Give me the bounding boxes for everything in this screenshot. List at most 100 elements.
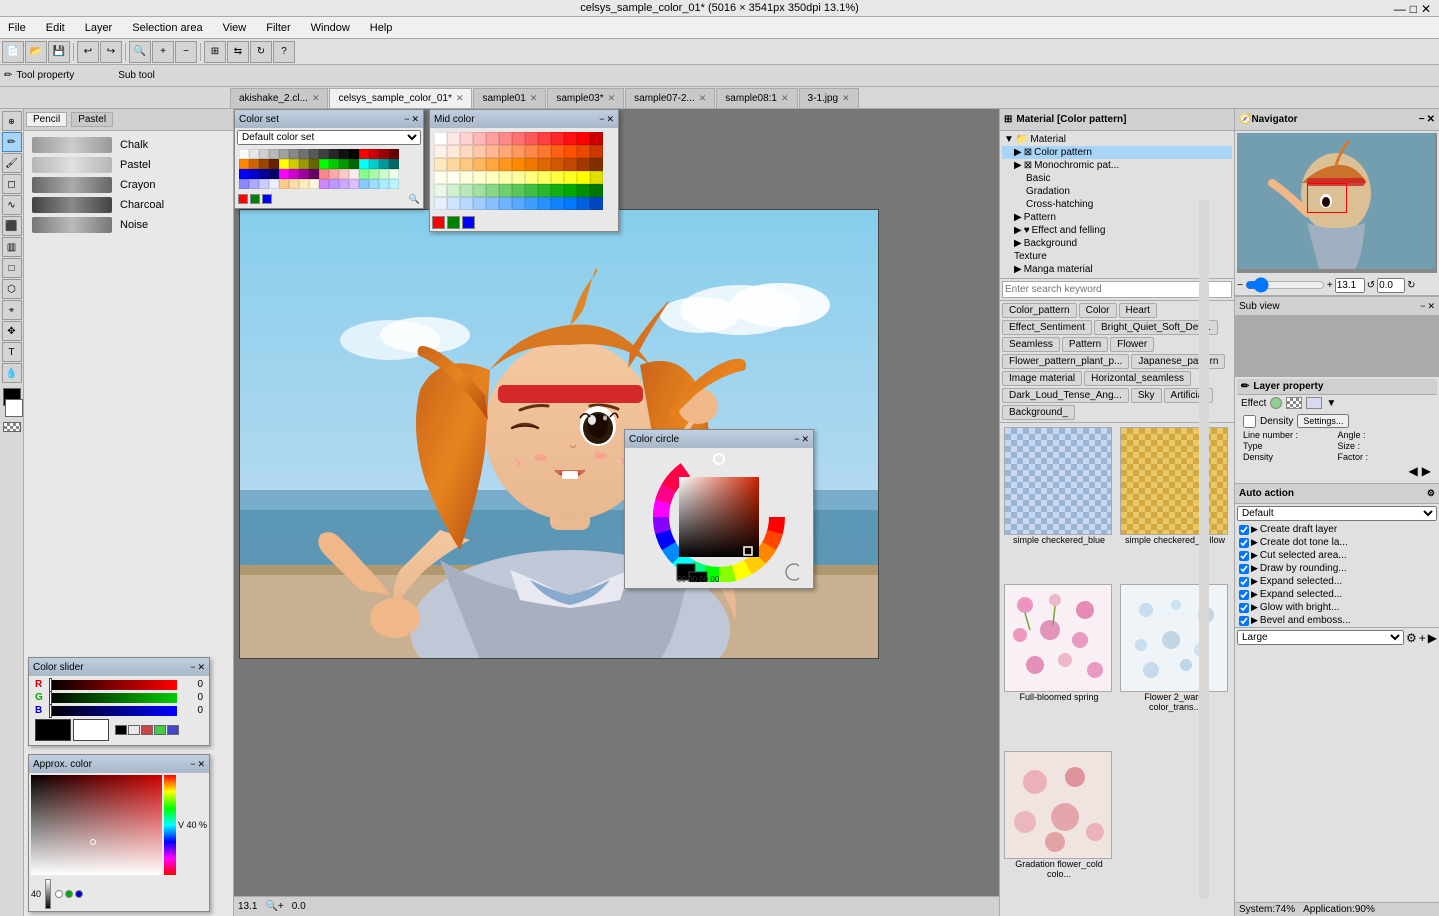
tool-text[interactable]: T	[2, 342, 22, 362]
mid-color-cell[interactable]	[538, 145, 551, 158]
mid-color-cell[interactable]	[447, 171, 460, 184]
color-cell[interactable]	[299, 169, 309, 179]
mid-color-cell[interactable]	[486, 145, 499, 158]
mid-color-cell[interactable]	[551, 171, 564, 184]
tool-fill[interactable]: ⬛	[2, 216, 22, 236]
zoom-btn[interactable]: 🔍	[129, 41, 151, 63]
mid-color-cell[interactable]	[434, 197, 447, 210]
tag-background[interactable]: Background_	[1002, 405, 1075, 420]
color-cell[interactable]	[389, 169, 399, 179]
nav-thumbnail[interactable]	[1237, 133, 1437, 273]
auto-action-select[interactable]: Default	[1237, 506, 1437, 521]
color-wheel-container[interactable]: 00 00 00 00	[625, 448, 813, 588]
mid-color-cell[interactable]	[525, 184, 538, 197]
color-cell[interactable]	[349, 169, 359, 179]
mid-color-cell[interactable]	[434, 171, 447, 184]
mid-color-cell[interactable]	[473, 145, 486, 158]
mid-color-cell[interactable]	[551, 132, 564, 145]
transform-btn[interactable]: ⊞	[204, 41, 226, 63]
mid-color-cell[interactable]	[499, 184, 512, 197]
menu-layer[interactable]: Layer	[81, 21, 117, 35]
mid-color-cell[interactable]	[447, 145, 460, 158]
tab-6[interactable]: 3-1.jpg ✕	[799, 88, 859, 108]
color-cell[interactable]	[349, 159, 359, 169]
color-cell[interactable]	[369, 179, 379, 189]
action-cb-1[interactable]	[1239, 538, 1249, 548]
action-play-icon[interactable]: ▶	[1428, 631, 1437, 645]
nav-rotate-input[interactable]	[1377, 278, 1405, 293]
mid-color-cell[interactable]	[525, 171, 538, 184]
color-cell[interactable]	[249, 159, 259, 169]
mid-color-cell[interactable]	[564, 158, 577, 171]
material-3[interactable]: Flower 2_warm color_trans...	[1120, 584, 1230, 745]
action-cb-6[interactable]	[1239, 603, 1249, 613]
mid-color-cell[interactable]	[551, 158, 564, 171]
mid-color-cell[interactable]	[525, 145, 538, 158]
tool-figure[interactable]: □	[2, 258, 22, 278]
color-cell[interactable]	[359, 179, 369, 189]
bg-swatch[interactable]	[73, 719, 109, 741]
mid-color-cell[interactable]	[447, 184, 460, 197]
color-cell[interactable]	[249, 169, 259, 179]
tree-cross-hatching[interactable]: Cross-hatching	[1002, 198, 1232, 211]
mid-color-cell[interactable]	[564, 132, 577, 145]
tool-pen[interactable]: ✏	[2, 132, 22, 152]
action-settings-icon[interactable]: ⚙	[1406, 631, 1417, 645]
color-cell[interactable]	[279, 149, 289, 159]
material-0[interactable]: simple checkered_blue	[1004, 427, 1114, 578]
color-cell[interactable]	[339, 149, 349, 159]
color-cell[interactable]	[239, 179, 249, 189]
zoom-controls[interactable]: 🔍+	[265, 901, 283, 912]
tag-japanese[interactable]: Japanese_pattern	[1131, 354, 1225, 369]
tree-texture[interactable]: Texture	[1002, 250, 1232, 263]
nav-rotate-left[interactable]: ↺	[1367, 280, 1375, 291]
canvas-area[interactable]: Color set − ✕ Default color set 🔍	[234, 109, 999, 916]
color-cell[interactable]	[339, 179, 349, 189]
color-cell[interactable]	[339, 159, 349, 169]
mid-color-cell[interactable]	[499, 171, 512, 184]
action-cb-7[interactable]	[1239, 616, 1249, 626]
color-cell[interactable]	[359, 149, 369, 159]
color-cell[interactable]	[259, 149, 269, 159]
mid-color-cell[interactable]	[525, 197, 538, 210]
color-cell[interactable]	[329, 149, 339, 159]
color-cell[interactable]	[369, 169, 379, 179]
mid-color-cell[interactable]	[577, 171, 590, 184]
mid-color-cell[interactable]	[473, 197, 486, 210]
tree-effect[interactable]: ▶ ♥ Effect and felling	[1002, 224, 1232, 237]
color-cell[interactable]	[279, 159, 289, 169]
color-cell[interactable]	[339, 169, 349, 179]
mid-color-cell[interactable]	[525, 158, 538, 171]
action-expand-2[interactable]: ▶	[1251, 550, 1258, 561]
tab-close-3[interactable]: ✕	[608, 93, 616, 104]
color-cell[interactable]	[239, 169, 249, 179]
mid-color-cell[interactable]	[434, 132, 447, 145]
mid-color-cell[interactable]	[525, 132, 538, 145]
color-cell[interactable]	[299, 149, 309, 159]
color-cell[interactable]	[319, 159, 329, 169]
color-cell[interactable]	[309, 159, 319, 169]
rotate-btn[interactable]: ↻	[250, 41, 272, 63]
color-cell[interactable]	[269, 169, 279, 179]
color-cell[interactable]	[389, 179, 399, 189]
mid-color-cell[interactable]	[434, 145, 447, 158]
color-cell[interactable]	[319, 179, 329, 189]
tree-material-root[interactable]: ▼ 📁 Material	[1002, 133, 1232, 146]
mid-color-cell[interactable]	[460, 171, 473, 184]
effect-icon1[interactable]	[1286, 397, 1302, 409]
mid-color-cell[interactable]	[538, 197, 551, 210]
tool-brush[interactable]: 🖌	[2, 153, 22, 173]
color-cell[interactable]	[359, 159, 369, 169]
color-cell[interactable]	[349, 179, 359, 189]
color-cell[interactable]	[239, 149, 249, 159]
action-cb-5[interactable]	[1239, 590, 1249, 600]
tab-2[interactable]: sample01 ✕	[473, 88, 546, 108]
material-scrollbar[interactable]	[1199, 200, 1209, 899]
tag-dark[interactable]: Dark_Loud_Tense_Ang...	[1002, 388, 1129, 403]
mid-color-cell[interactable]	[460, 158, 473, 171]
mid-color-cell[interactable]	[551, 145, 564, 158]
color-cell[interactable]	[369, 149, 379, 159]
color-circle-header[interactable]: Color circle − ✕	[625, 430, 813, 448]
mid-color-cell[interactable]	[460, 132, 473, 145]
action-cb-4[interactable]	[1239, 577, 1249, 587]
